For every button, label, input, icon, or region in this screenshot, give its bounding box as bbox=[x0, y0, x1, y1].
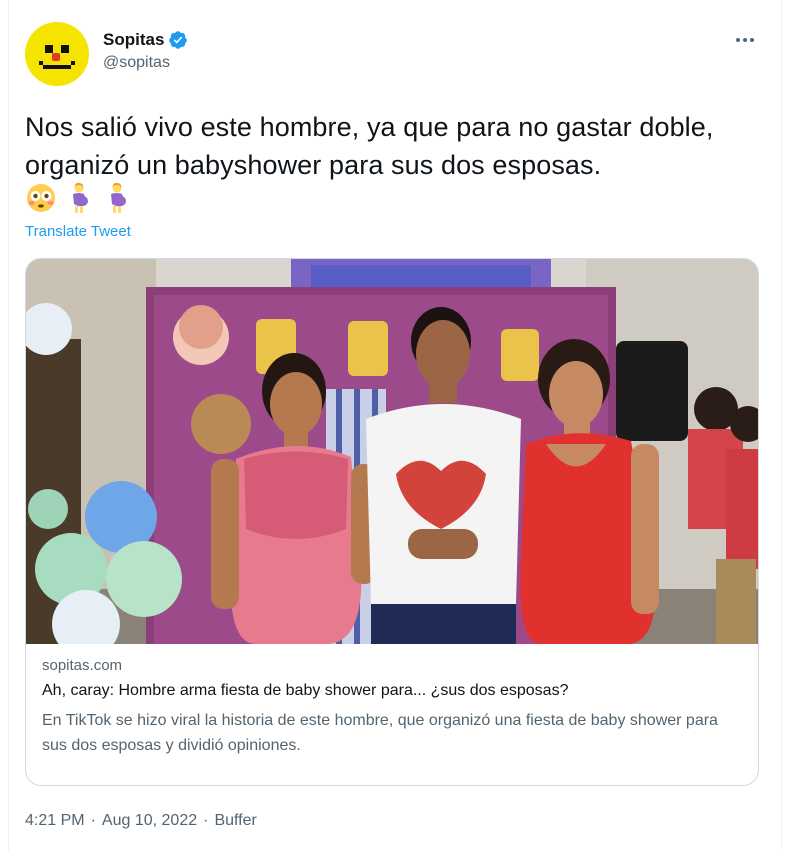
card-title: Ah, caray: Hombre arma fiesta de baby sh… bbox=[42, 682, 569, 699]
pregnant-woman-emoji-icon bbox=[111, 182, 126, 213]
tweet-meta: 4:21 PM · Aug 10, 2022 · Buffer bbox=[25, 812, 257, 830]
pregnant-woman-emoji-icon bbox=[73, 182, 88, 213]
verified-badge-icon bbox=[169, 31, 188, 49]
author-handle[interactable]: @sopitas bbox=[103, 54, 188, 72]
page: Sopitas @sopitas Nos salió vivo este hom… bbox=[0, 0, 800, 851]
meta-separator: · bbox=[90, 812, 96, 829]
card-info: sopitas.com Ah, caray: Hombre arma fiest… bbox=[42, 657, 742, 758]
author-block: Sopitas @sopitas bbox=[103, 30, 188, 72]
tweet-date[interactable]: Aug 10, 2022 bbox=[102, 812, 197, 830]
card-domain: sopitas.com bbox=[42, 657, 123, 674]
tweet-source[interactable]: Buffer bbox=[214, 812, 256, 830]
avatar-left-eye bbox=[45, 45, 53, 53]
emoji-row bbox=[25, 182, 133, 214]
flushed-face-emoji-icon bbox=[27, 184, 55, 212]
translate-tweet-link[interactable]: Translate Tweet bbox=[25, 223, 131, 240]
avatar-nose bbox=[52, 53, 60, 61]
tweet-time[interactable]: 4:21 PM bbox=[25, 812, 85, 830]
avatar-mouth-corner-right bbox=[71, 61, 75, 65]
display-name-row: Sopitas bbox=[103, 30, 188, 50]
link-preview-card[interactable]: sopitas.com Ah, caray: Hombre arma fiest… bbox=[25, 258, 759, 786]
more-horizontal-icon bbox=[736, 38, 754, 42]
display-name[interactable]: Sopitas bbox=[103, 30, 164, 50]
tweet-text: Nos salió vivo este hombre, ya que para … bbox=[25, 112, 714, 180]
author-avatar[interactable] bbox=[25, 22, 89, 86]
meta-separator: · bbox=[203, 812, 209, 829]
avatar-mouth bbox=[43, 65, 71, 69]
card-description: En TikTok se hizo viral la historia de e… bbox=[42, 712, 718, 754]
card-image bbox=[26, 259, 758, 644]
more-options-icon[interactable] bbox=[729, 28, 761, 52]
tweet: Sopitas @sopitas Nos salió vivo este hom… bbox=[8, 0, 782, 851]
avatar-right-eye bbox=[61, 45, 69, 53]
